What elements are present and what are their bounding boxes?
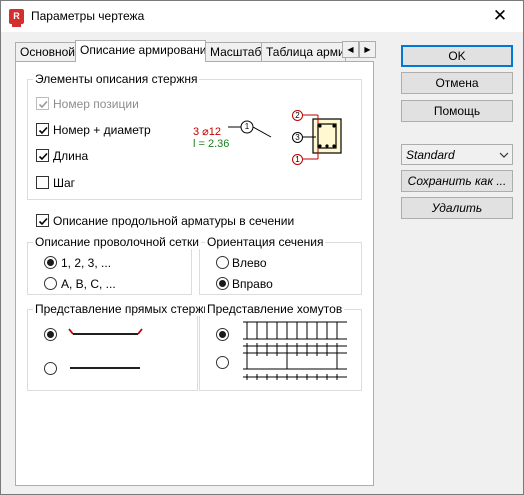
stirrups-preview-1: [243, 321, 347, 349]
number-diameter-label: Номер + диаметр: [53, 123, 151, 137]
delete-button[interactable]: Удалить: [401, 197, 513, 219]
wire-mesh-numeric-radio[interactable]: [44, 256, 57, 269]
step-checkbox[interactable]: [36, 176, 49, 189]
wire-mesh-title: Описание проволочной сетки: [33, 235, 201, 249]
tab-main[interactable]: Основной: [15, 42, 76, 61]
section-callout-top: 2: [292, 110, 303, 121]
style-select-value: Standard: [406, 148, 455, 162]
orientation-left-radio[interactable]: [216, 256, 229, 269]
length-checkbox[interactable]: [36, 149, 49, 162]
cancel-button[interactable]: Отмена: [401, 72, 513, 94]
hooked-rod-preview: [68, 328, 143, 335]
preview-length-text: l = 2.36: [193, 138, 230, 150]
tab-reinforcement-description[interactable]: Описание армирования: [75, 40, 206, 62]
plain-rod-preview: [70, 367, 140, 369]
stirrups-title: Представление хомутов: [205, 302, 345, 316]
stirrups-option-1-radio[interactable]: [216, 328, 229, 341]
tab-scale[interactable]: Масштаб: [205, 42, 262, 61]
ok-button[interactable]: OK: [401, 45, 513, 67]
straight-rods-plain-radio[interactable]: [44, 362, 57, 375]
wire-mesh-numeric-label: 1, 2, 3, ...: [61, 256, 112, 270]
style-select[interactable]: Standard: [401, 144, 513, 165]
number-diameter-checkbox[interactable]: [36, 123, 49, 136]
longitudinal-reinforcement-checkbox[interactable]: [36, 214, 49, 227]
title-bar: R Параметры чертежа ✕: [1, 1, 523, 32]
tab-scroll-right-icon[interactable]: ▶: [359, 41, 376, 58]
chevron-down-icon: [499, 152, 509, 158]
step-label: Шаг: [53, 176, 76, 190]
save-as-button[interactable]: Сохранить как ...: [401, 170, 513, 192]
stirrups-preview-2: [243, 349, 347, 380]
tab-scroll-left-icon[interactable]: ◀: [342, 41, 359, 58]
stirrups-option-2-radio[interactable]: [216, 356, 229, 369]
position-number-checkbox[interactable]: [36, 97, 49, 110]
wire-mesh-alpha-label: A, B, C, ...: [61, 277, 116, 291]
help-button[interactable]: Помощь: [401, 100, 513, 122]
rod-callout-number: 1: [244, 122, 250, 131]
section-callout-middle: 3: [292, 132, 303, 143]
longitudinal-reinforcement-label: Описание продольной арматуры в сечении: [53, 214, 295, 228]
orientation-right-label: Вправо: [232, 277, 273, 291]
section-callout-bottom: 1: [292, 154, 303, 165]
rod-preview-drawing: [228, 114, 342, 160]
preview-diameter-text: 3 ⌀12: [193, 126, 222, 138]
position-number-label: Номер позиции: [53, 97, 139, 111]
length-label: Длина: [53, 149, 89, 163]
orientation-title: Ориентация сечения: [205, 235, 326, 249]
straight-rods-hooked-radio[interactable]: [44, 328, 57, 341]
straight-rods-group: [27, 309, 198, 391]
orientation-left-label: Влево: [232, 256, 267, 270]
close-icon[interactable]: ✕: [485, 3, 515, 29]
app-icon: R: [9, 9, 24, 27]
window-title: Параметры чертежа: [31, 9, 145, 23]
straight-rods-title: Представление прямых стержней: [33, 302, 205, 316]
rod-elements-title: Элементы описания стержня: [33, 72, 200, 86]
wire-mesh-alpha-radio[interactable]: [44, 277, 57, 290]
dialog-window: R Параметры чертежа ✕ Основной Описание …: [0, 0, 524, 495]
orientation-right-radio[interactable]: [216, 277, 229, 290]
tab-reinforcement-table[interactable]: Таблица армир: [261, 42, 346, 61]
